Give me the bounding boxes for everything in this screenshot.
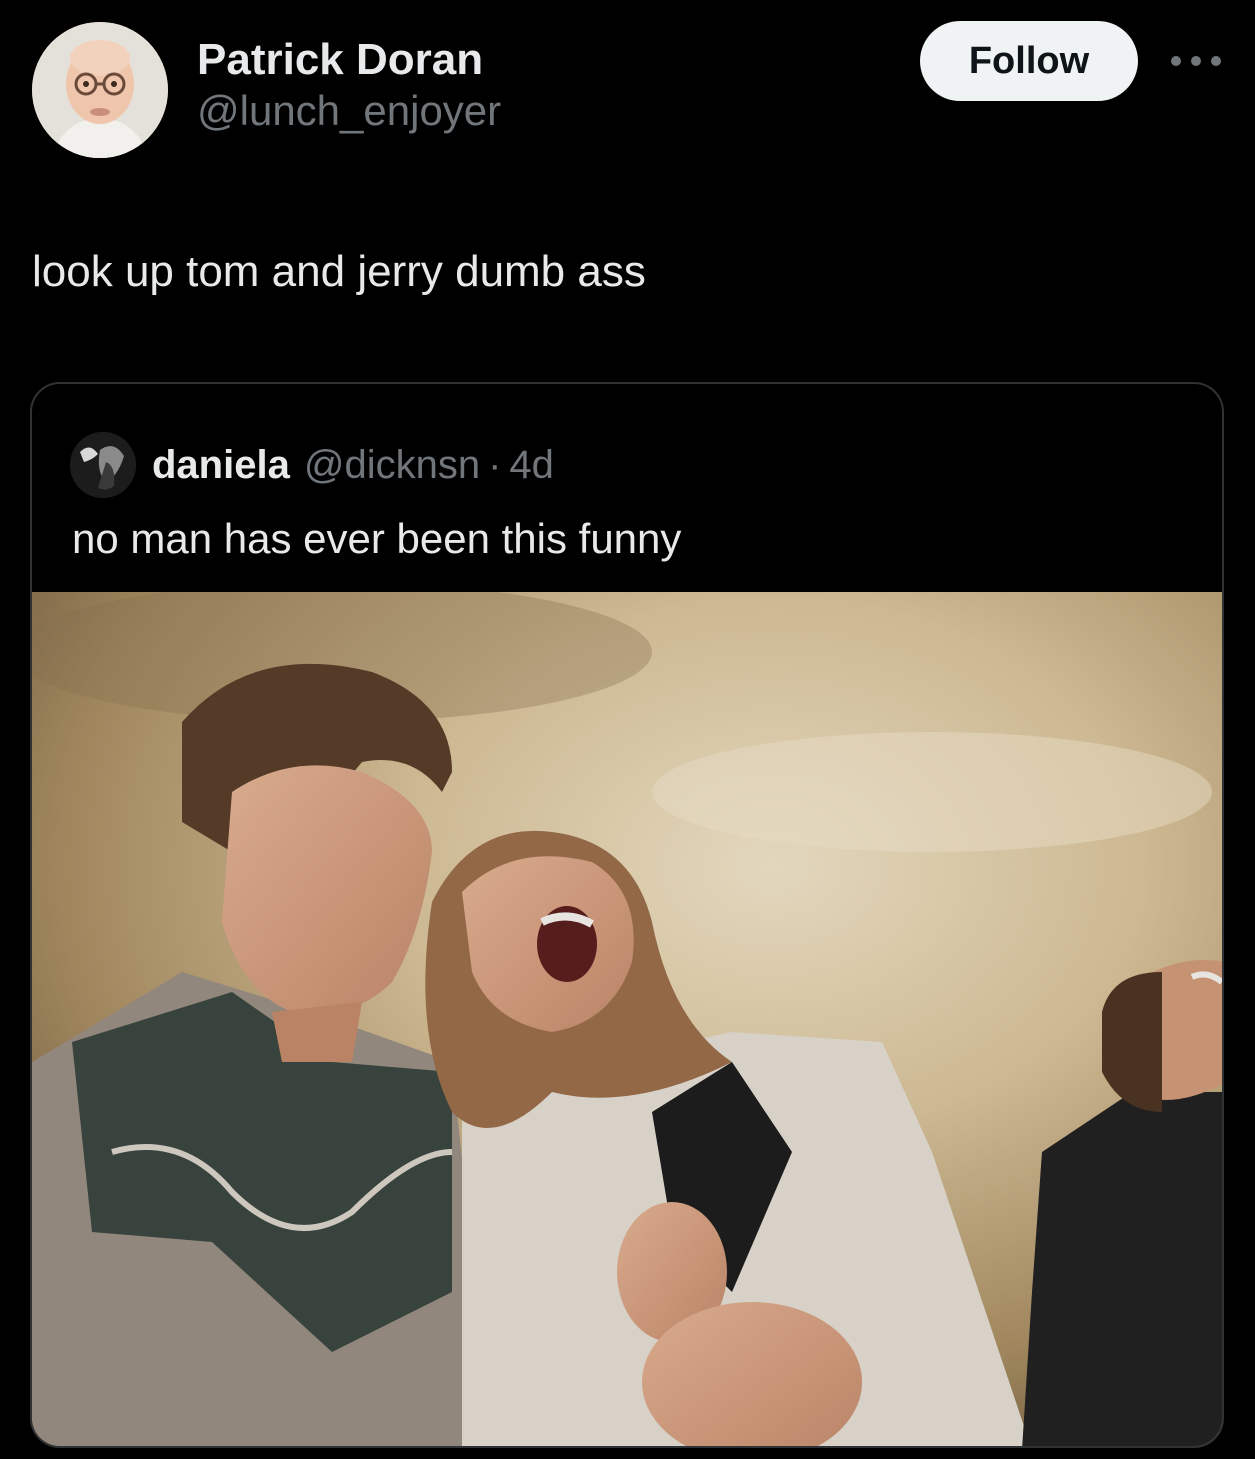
- quoted-author-avatar[interactable]: [70, 432, 136, 498]
- quoted-post-image[interactable]: [32, 592, 1222, 1446]
- author-name-block: Patrick Doran @lunch_enjoyer: [197, 34, 501, 136]
- quoted-post-header: daniela @dicknsn · 4d: [70, 432, 554, 498]
- avatar-photo-icon: [32, 22, 168, 158]
- photo-people-laughing-icon: [32, 592, 1222, 1446]
- quoted-post-card[interactable]: daniela @dicknsn · 4d no man has ever be…: [30, 382, 1224, 1448]
- quoted-post-text: no man has ever been this funny: [72, 515, 682, 562]
- author-display-name[interactable]: Patrick Doran: [197, 34, 501, 86]
- quoted-author-name[interactable]: daniela: [152, 443, 290, 488]
- quoted-author-handle[interactable]: @dicknsn: [304, 443, 480, 488]
- quoted-separator: ·: [488, 442, 502, 487]
- quoted-avatar-photo-icon: [70, 432, 136, 498]
- post-header: Patrick Doran @lunch_enjoyer Follow: [0, 0, 1255, 200]
- author-avatar[interactable]: [32, 22, 168, 158]
- follow-button[interactable]: Follow: [920, 21, 1138, 101]
- post-text: look up tom and jerry dumb ass: [32, 247, 646, 296]
- more-dot: [1211, 56, 1221, 66]
- more-dot: [1171, 56, 1181, 66]
- more-dot: [1191, 56, 1201, 66]
- more-options-icon[interactable]: [1171, 50, 1221, 72]
- author-handle[interactable]: @lunch_enjoyer: [197, 86, 501, 136]
- quoted-timestamp[interactable]: 4d: [509, 443, 554, 488]
